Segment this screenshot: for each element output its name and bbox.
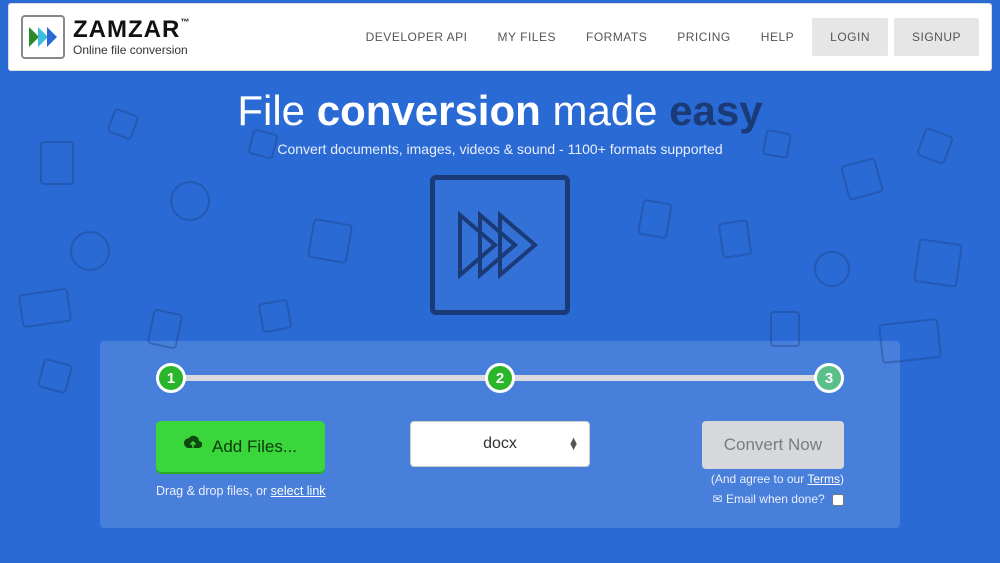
- nav-help[interactable]: HELP: [749, 20, 806, 54]
- step-indicator: 1 2 3: [156, 363, 844, 393]
- logo-icon: [21, 15, 65, 59]
- format-value: docx: [483, 435, 517, 453]
- chevron-updown-icon: ▲▼: [568, 438, 579, 450]
- terms-link[interactable]: Terms: [807, 472, 840, 486]
- logo[interactable]: ZAMZAR™ Online file conversion: [21, 15, 190, 59]
- select-link[interactable]: select link: [271, 484, 326, 498]
- add-files-button[interactable]: Add Files...: [156, 421, 325, 472]
- email-option: ✉ Email when done?: [711, 489, 844, 509]
- nav-formats[interactable]: FORMATS: [574, 20, 659, 54]
- nav-pricing[interactable]: PRICING: [665, 20, 743, 54]
- brand-tagline: Online file conversion: [73, 44, 190, 56]
- format-select[interactable]: docx ▲▼: [410, 421, 590, 467]
- terms-note: (And agree to our Terms): [711, 469, 844, 489]
- step-2: 2: [485, 363, 515, 393]
- email-when-done-checkbox[interactable]: [832, 494, 844, 506]
- drag-drop-hint: Drag & drop files, or select link: [156, 484, 326, 498]
- upload-icon: [184, 435, 202, 458]
- hero-illustration: [430, 175, 570, 315]
- login-button[interactable]: LOGIN: [812, 18, 888, 56]
- step-3: 3: [814, 363, 844, 393]
- mail-icon: ✉: [713, 492, 723, 506]
- step-1: 1: [156, 363, 186, 393]
- add-files-label: Add Files...: [212, 437, 297, 457]
- nav-developer-api[interactable]: DEVELOPER API: [354, 20, 480, 54]
- hero-subtitle: Convert documents, images, videos & soun…: [0, 141, 1000, 157]
- signup-button[interactable]: SIGNUP: [894, 18, 979, 56]
- convert-now-button[interactable]: Convert Now: [702, 421, 844, 469]
- hero-title: File conversion made easy: [0, 87, 1000, 135]
- top-nav-bar: ZAMZAR™ Online file conversion DEVELOPER…: [8, 3, 992, 71]
- converter-panel: 1 2 3 Add Files... Drag & drop files, or…: [100, 341, 900, 528]
- nav-my-files[interactable]: MY FILES: [486, 20, 568, 54]
- brand-name: ZAMZAR™: [73, 18, 190, 42]
- hero-section: File conversion made easy Convert docume…: [0, 71, 1000, 528]
